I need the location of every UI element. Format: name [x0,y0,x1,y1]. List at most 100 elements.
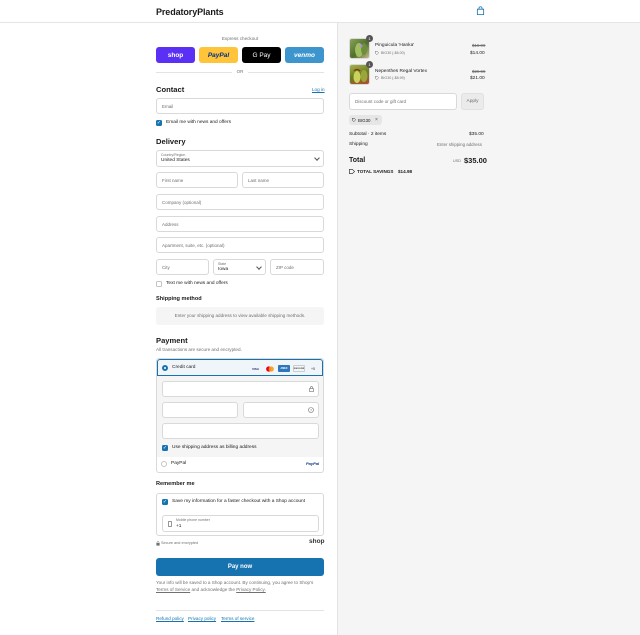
billing-address-label: Use shipping address as billing address [172,445,257,450]
first-name-field[interactable]: First name [156,172,238,188]
savings-tag-icon [349,169,355,174]
save-info-label: Save my information for a faster checkou… [172,499,306,504]
newsletter-label: Email me with news and offers [166,120,231,125]
last-name-field[interactable]: Last name [242,172,324,188]
lock-icon [156,541,160,546]
billing-address-checkbox[interactable]: ✓ [162,445,168,451]
quantity-badge: 1 [366,35,373,42]
apartment-field[interactable]: Apartment, suite, etc. (optional) [156,237,324,253]
applied-code: BIG30 [358,117,371,123]
credit-card-option[interactable]: Credit card VISA AMEX DISCOVER +5 [157,359,323,376]
login-link[interactable]: Log in [312,87,325,92]
payment-heading: Payment [156,336,188,345]
legal-text: Your info will be saved to a Shop accoun… [156,580,324,593]
terms-of-service-link[interactable]: Terms of Service [156,587,190,592]
privacy-policy-footer-link[interactable]: Privacy policy [188,616,216,621]
phone-value: +1 [176,524,182,529]
mastercard-icon [264,365,275,372]
total-value: $35.00 [464,156,487,165]
contact-heading: Contact [156,85,185,94]
subtotal-value: $35.00 [469,132,484,137]
item-price: $14.00 [470,51,485,56]
help-icon[interactable]: ? [308,407,314,413]
first-name-placeholder: First name [162,178,184,183]
zip-field[interactable]: ZIP code [270,259,324,275]
item-original-price: $29.99 [472,69,486,74]
shopping-bag-icon[interactable] [476,6,485,16]
refund-policy-link[interactable]: Refund policy [156,616,184,621]
or-separator: OR [236,69,244,74]
brand-logo[interactable]: PredatoryPlants [156,7,224,17]
phone-field[interactable]: Mobile phone number +1 [162,515,319,532]
address-field[interactable]: Address [156,216,324,232]
discount-code-placeholder: Discount code or gift card [355,99,407,104]
discount-code-field[interactable]: Discount code or gift card [349,93,457,110]
chevron-down-icon [256,264,262,270]
payment-subtitle: All transactions are secure and encrypte… [156,347,242,352]
save-info-checkbox[interactable]: ✓ [162,499,168,505]
security-code-field[interactable]: ? [243,402,319,418]
legal-sentence: Your info will be saved to a Shop accoun… [156,580,314,585]
applied-discount-chip: BIG30 × [349,115,382,125]
visa-icon: VISA [251,366,259,371]
address-placeholder: Address [162,222,179,227]
country-select[interactable]: Country/Region United States [156,150,324,167]
remove-discount-icon[interactable]: × [375,117,378,123]
amex-icon: AMEX [278,365,290,372]
apply-button[interactable]: Apply [461,93,484,110]
google-pay-button[interactable]: G Pay [242,47,281,63]
state-select[interactable]: State Iowa [213,259,266,275]
terms-of-service-footer-link[interactable]: Terms of service [221,616,254,621]
delivery-heading: Delivery [156,137,186,146]
credit-card-form: ? ✓ Use shipping address as billing addr… [157,376,323,457]
name-on-card-field[interactable] [162,423,319,439]
express-checkout-title: Express checkout [221,36,259,41]
discount-tag-icon [375,76,379,80]
text-offers-checkbox[interactable] [156,281,162,287]
venmo-button[interactable]: venmo [285,47,324,63]
shipping-method-heading: Shipping method [156,296,202,302]
item-discount: BIG30 (-$6.00) [381,51,405,55]
paypal-logo: PayPal [306,461,320,466]
country-value: United States [161,158,190,163]
company-placeholder: Company (optional) [162,200,202,205]
apartment-placeholder: Apartment, suite, etc. (optional) [162,243,225,248]
email-placeholder: Email [162,104,174,109]
item-discount: BIG30 (-$8.99) [381,76,405,80]
mobile-phone-icon [168,521,172,527]
item-name: Pinguicula 'Hanka' [375,43,415,48]
newsletter-checkbox[interactable]: ✓ [156,120,162,126]
legal-and: and acknowledge the [191,586,235,592]
item-name: Nepenthes Regal Vortex [375,69,427,74]
item-price: $21.00 [470,76,485,81]
paypal-radio[interactable] [161,461,167,467]
total-savings-value: $14.98 [398,169,413,174]
card-number-field[interactable] [162,381,319,397]
email-field[interactable]: Email [156,98,324,114]
privacy-policy-link[interactable]: Privacy Policy. [236,587,266,592]
discount-tag-icon [375,51,379,55]
item-original-price: $19.99 [472,43,486,48]
discover-icon: DISCOVER [293,365,305,372]
lock-icon [309,386,314,392]
state-label: State [218,262,227,266]
country-label: Country/Region [161,153,186,157]
page-header: PredatoryPlants [0,0,640,23]
phone-label: Mobile phone number [176,518,210,522]
more-cards-badge: +5 [311,366,315,371]
pay-now-button[interactable]: Pay now [156,558,324,576]
footer-divider [156,610,324,611]
secure-text: Secure and encrypted [161,541,199,545]
city-field[interactable]: City [156,259,209,275]
expiration-date-field[interactable] [162,402,238,418]
subtotal-label: Subtotal · 2 items [349,132,387,137]
shop-pay-button[interactable]: shop [156,47,195,63]
last-name-placeholder: Last name [248,178,270,183]
credit-card-radio[interactable] [162,365,168,371]
shipping-label: Shipping [349,142,368,147]
company-field[interactable]: Company (optional) [156,194,324,210]
paypal-option[interactable]: PayPal PayPal [157,457,323,472]
paypal-button[interactable]: PayPal [199,47,238,63]
quantity-badge: 1 [366,61,373,68]
state-value: Iowa [218,267,229,272]
